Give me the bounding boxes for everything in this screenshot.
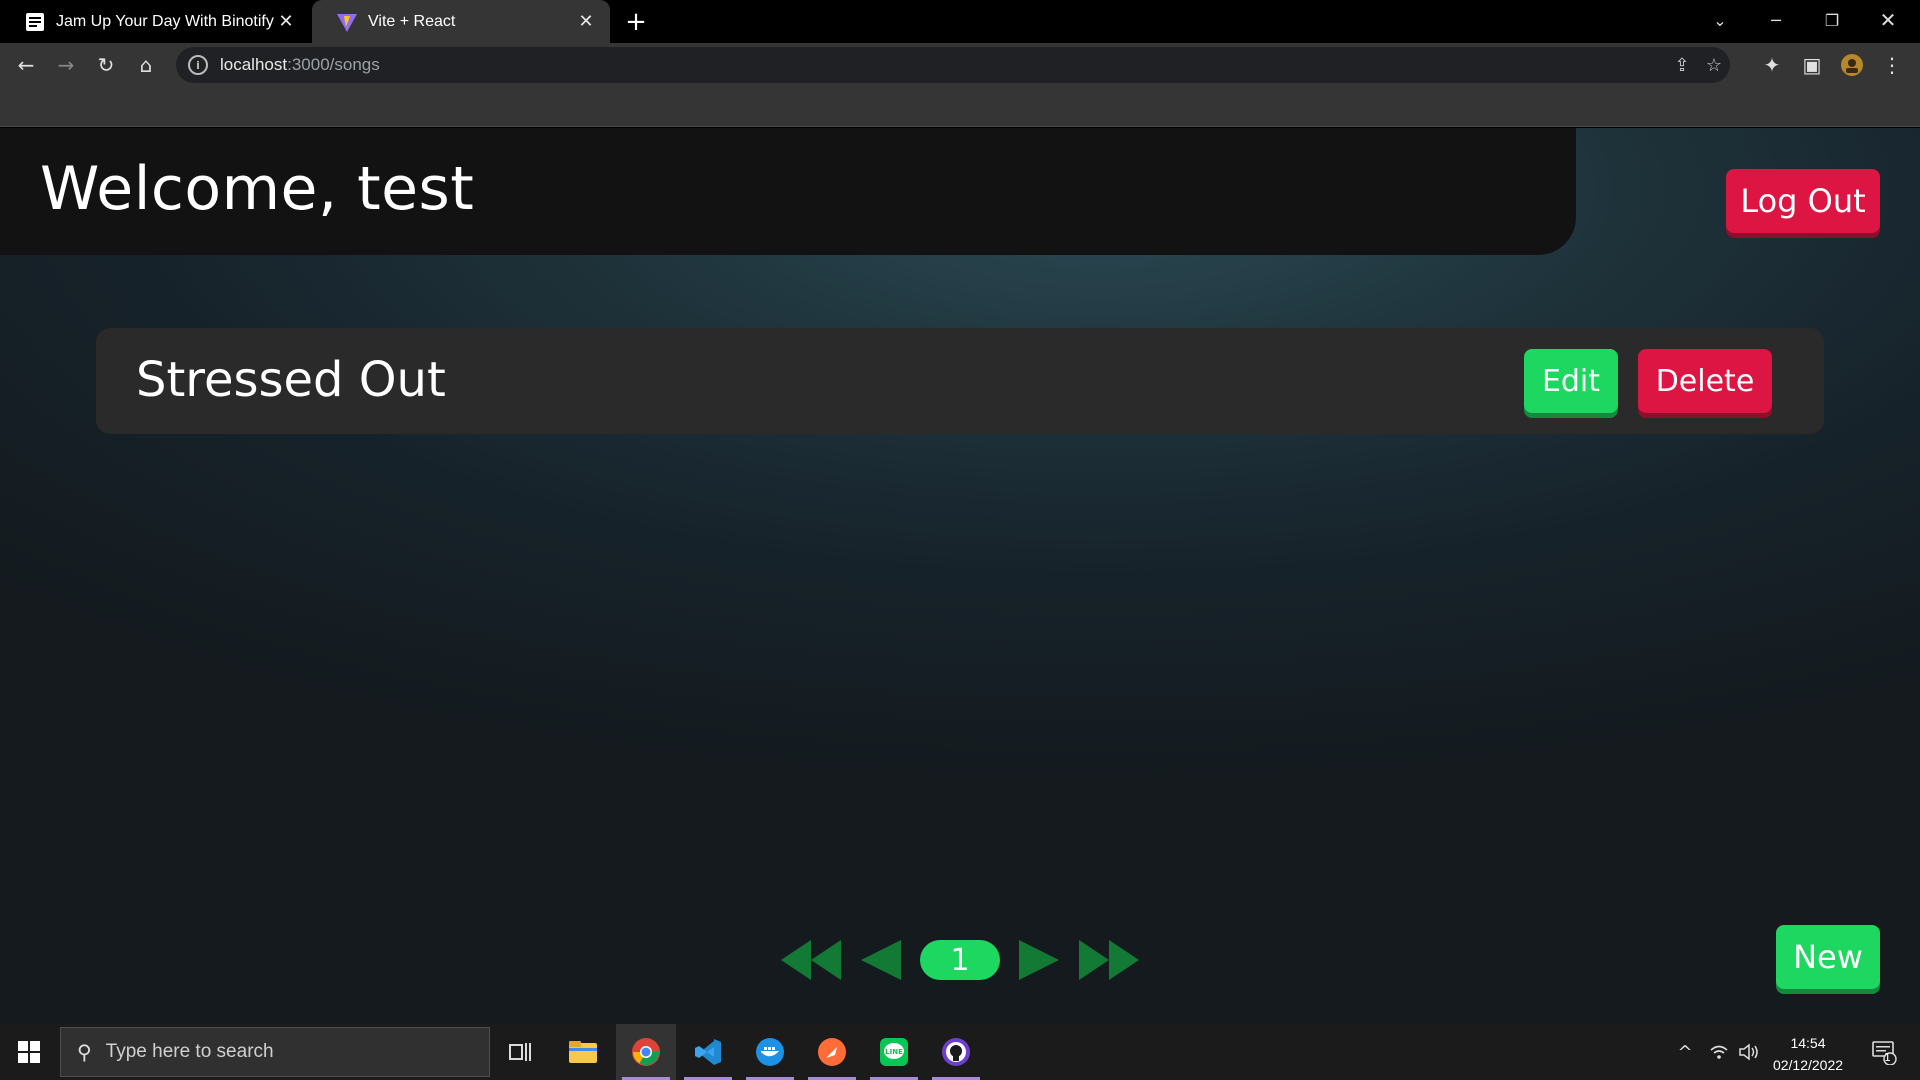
bookmark-bar (0, 87, 1920, 127)
reload-icon[interactable]: ↻ (90, 49, 122, 81)
clock-time: 14:54 (1790, 1035, 1826, 1051)
extensions-icon[interactable]: ✦ (1756, 49, 1788, 81)
minimize-icon[interactable]: ─ (1748, 0, 1804, 40)
song-card: Stressed Out Edit Delete (96, 328, 1824, 434)
svg-text:LINE: LINE (885, 1048, 903, 1056)
vscode-icon[interactable] (678, 1024, 738, 1080)
show-hidden-icons-chevron[interactable]: ^ (1670, 1024, 1700, 1080)
new-tab-icon[interactable]: + (622, 7, 650, 37)
taskbar-clock[interactable]: 14:54 02/12/2022 (1758, 1032, 1858, 1076)
windows-start-icon[interactable] (0, 1024, 58, 1080)
pagination: 1 (0, 936, 1920, 984)
windows-taskbar: ⚲ LINE ^ 14:54 02/12/2022 (0, 1024, 1920, 1080)
notification-count-badge: 1 (1884, 1051, 1891, 1064)
next-page-icon[interactable] (1018, 938, 1060, 982)
edit-button[interactable]: Edit (1524, 349, 1618, 413)
profile-avatar[interactable] (1836, 49, 1868, 81)
tab-search-icon[interactable]: ⌄ (1692, 0, 1748, 40)
taskbar-search[interactable]: ⚲ (60, 1027, 490, 1077)
forward-icon[interactable]: → (50, 49, 82, 81)
first-page-icon[interactable] (780, 938, 842, 982)
task-view-icon[interactable] (490, 1024, 550, 1080)
address-bar[interactable]: i localhost:3000/songs ⇪ ☆ (176, 47, 1730, 83)
file-explorer-icon[interactable] (553, 1024, 613, 1080)
tab-vite-react[interactable]: Vite + React ✕ (312, 0, 610, 43)
new-song-button[interactable]: New (1776, 925, 1880, 989)
notification-center-icon[interactable]: 1 (1864, 1024, 1904, 1080)
close-tab-icon[interactable]: ✕ (574, 10, 598, 34)
previous-page-icon[interactable] (860, 938, 902, 982)
github-desktop-icon[interactable] (926, 1024, 986, 1080)
tab-title: Jam Up Your Day With Binotify (56, 12, 274, 30)
menu-kebab-icon[interactable]: ⋮ (1876, 49, 1908, 81)
restore-icon[interactable]: ❐ (1804, 0, 1860, 40)
chrome-icon[interactable] (616, 1024, 676, 1080)
tab-title: Vite + React (368, 12, 456, 30)
close-window-icon[interactable]: ✕ (1860, 0, 1916, 40)
logout-button[interactable]: Log Out (1726, 169, 1880, 233)
wifi-icon[interactable] (1704, 1024, 1734, 1080)
clock-date: 02/12/2022 (1772, 1057, 1844, 1073)
song-title: Stressed Out (136, 352, 446, 408)
docker-icon[interactable] (740, 1024, 800, 1080)
url-host: localhost (220, 55, 288, 74)
page-title: Welcome, test (40, 154, 475, 224)
browser-tab-bar: Jam Up Your Day With Binotify ✕ Vite + R… (0, 0, 1920, 43)
page-viewport: Welcome, test Log Out Stressed Out Edit … (0, 128, 1920, 1024)
browser-toolbar: ← → ↻ ⌂ i localhost:3000/songs ⇪ ☆ ✦ ▣ ⋮ (0, 43, 1920, 87)
delete-button[interactable]: Delete (1638, 349, 1772, 413)
search-icon: ⚲ (77, 1040, 92, 1064)
binotify-favicon (24, 11, 46, 33)
close-tab-icon[interactable]: ✕ (274, 10, 298, 34)
side-panel-icon[interactable]: ▣ (1796, 49, 1828, 81)
home-icon[interactable]: ⌂ (130, 49, 162, 81)
header-panel: Welcome, test (0, 128, 1576, 255)
share-icon[interactable]: ⇪ (1670, 53, 1694, 77)
site-info-icon[interactable]: i (188, 55, 208, 75)
back-icon[interactable]: ← (10, 49, 42, 81)
tab-binotify[interactable]: Jam Up Your Day With Binotify ✕ (0, 0, 310, 43)
postman-icon[interactable] (802, 1024, 862, 1080)
bookmark-star-icon[interactable]: ☆ (1702, 53, 1726, 77)
url-path: :3000/songs (287, 55, 380, 74)
current-page-indicator[interactable]: 1 (920, 940, 1000, 980)
taskbar-search-input[interactable] (105, 1041, 436, 1063)
last-page-icon[interactable] (1078, 938, 1140, 982)
line-icon[interactable]: LINE (864, 1024, 924, 1080)
vite-favicon (336, 11, 358, 33)
